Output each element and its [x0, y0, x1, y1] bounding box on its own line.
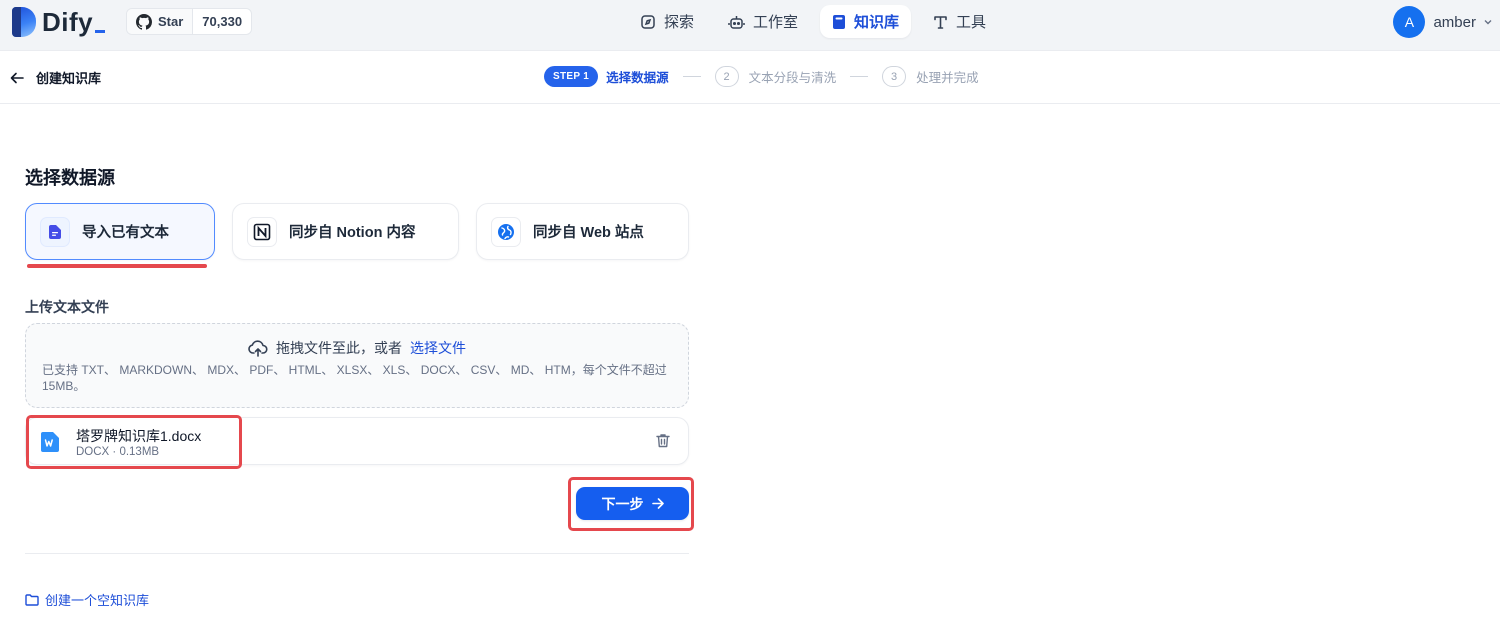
dropzone-prompt-row: 拖拽文件至此，或者 选择文件 — [26, 338, 688, 358]
folder-icon — [25, 593, 39, 606]
step-3-number: 3 — [882, 66, 907, 87]
top-navigation-bar: Dify Star 70,330 探索 工作室 知识库 工具 A amber — [0, 0, 1500, 51]
nav-studio[interactable]: 工作室 — [716, 5, 810, 38]
user-name: amber — [1433, 13, 1476, 31]
arrow-left-icon — [10, 72, 24, 83]
github-star-widget[interactable]: Star 70,330 — [126, 8, 253, 35]
nav-tools[interactable]: 工具 — [921, 5, 998, 38]
tool-icon — [934, 15, 947, 29]
nav-explore-label: 探索 — [664, 14, 695, 31]
user-menu[interactable]: A amber — [1393, 6, 1492, 38]
highlight-box-next — [568, 477, 694, 531]
github-icon — [136, 13, 152, 30]
step-divider — [682, 76, 701, 77]
source-import-text-label: 导入已有文本 — [82, 225, 169, 241]
github-star-label: Star — [158, 14, 184, 29]
avatar[interactable]: A — [1393, 6, 1426, 38]
section-title: 选择数据源 — [25, 168, 115, 188]
dropzone-hint: 已支持 TXT、 MARKDOWN、 MDX、 PDF、 HTML、 XLSX、… — [42, 363, 667, 393]
page-title: 创建知识库 — [36, 71, 102, 86]
create-knowledge-header: 创建知识库 STEP 1 选择数据源 2 文本分段与清洗 3 处理并完成 — [0, 51, 1500, 104]
step-2-label: 文本分段与清洗 — [748, 71, 837, 85]
step-3-label: 处理并完成 — [916, 71, 979, 85]
back-button[interactable]: 创建知识库 — [10, 68, 101, 87]
source-notion-label: 同步自 Notion 内容 — [289, 225, 416, 241]
dify-logo[interactable]: Dify — [12, 6, 106, 38]
dropzone-prompt: 拖拽文件至此，或者 — [276, 340, 402, 356]
cloud-upload-icon — [248, 339, 268, 357]
nav-tools-label: 工具 — [956, 14, 987, 31]
trash-icon[interactable] — [656, 433, 670, 448]
source-web-label: 同步自 Web 站点 — [533, 225, 644, 241]
chevron-down-icon — [1484, 20, 1492, 25]
nav-explore[interactable]: 探索 — [628, 5, 706, 38]
explore-icon — [641, 14, 655, 29]
stepper: STEP 1 选择数据源 2 文本分段与清洗 3 处理并完成 — [544, 66, 979, 87]
github-star-button[interactable]: Star — [127, 9, 193, 34]
dify-logo-mark-icon — [12, 7, 36, 37]
step-2-number: 2 — [714, 66, 739, 87]
source-import-text[interactable]: 导入已有文本 — [25, 203, 215, 260]
source-notion[interactable]: 同步自 Notion 内容 — [232, 203, 459, 260]
highlight-underline — [27, 264, 207, 268]
book-icon — [833, 14, 846, 29]
web-globe-icon — [491, 216, 521, 247]
source-web[interactable]: 同步自 Web 站点 — [476, 203, 689, 260]
select-file-link[interactable]: 选择文件 — [410, 338, 466, 358]
divider — [25, 553, 689, 554]
highlight-box-file — [26, 415, 242, 469]
notion-icon — [247, 216, 277, 247]
create-empty-knowledge-label: 创建一个空知识库 — [45, 593, 150, 608]
file-dropzone[interactable]: 拖拽文件至此，或者 选择文件 已支持 TXT、 MARKDOWN、 MDX、 P… — [25, 323, 689, 408]
create-empty-knowledge-link[interactable]: 创建一个空知识库 — [25, 590, 149, 609]
step-1-badge: STEP 1 — [544, 66, 599, 87]
step-divider — [850, 76, 869, 77]
file-text-icon — [40, 216, 70, 247]
logo-text: Dify — [42, 6, 106, 37]
nav-studio-label: 工作室 — [753, 14, 799, 31]
nav-knowledge[interactable]: 知识库 — [820, 5, 912, 38]
upload-section-label: 上传文本文件 — [25, 299, 109, 315]
github-star-count[interactable]: 70,330 — [192, 9, 252, 34]
robot-icon — [728, 15, 745, 29]
step-1-label: 选择数据源 — [606, 71, 669, 85]
main-nav: 探索 工作室 知识库 工具 — [628, 5, 998, 38]
nav-knowledge-label: 知识库 — [854, 14, 900, 31]
